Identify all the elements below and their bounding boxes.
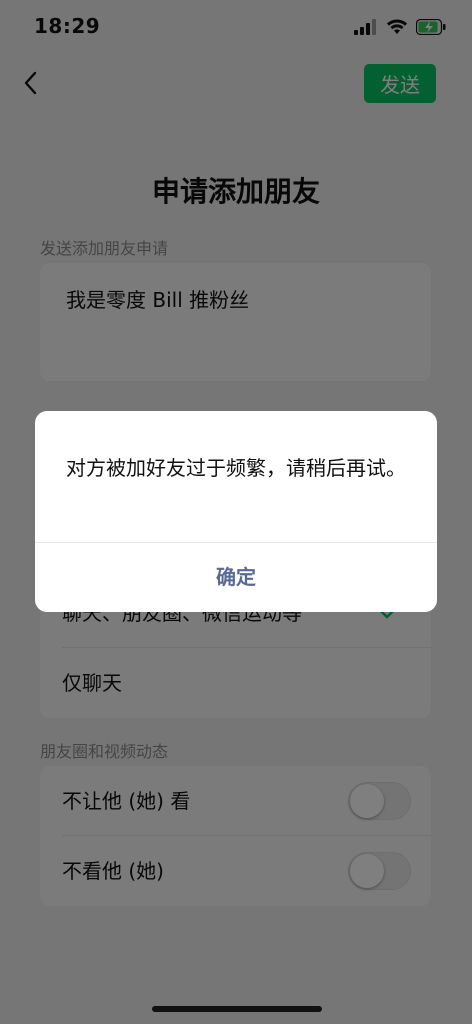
confirm-button[interactable]: 确定 [35, 543, 437, 612]
home-indicator [152, 1006, 322, 1012]
alert-dialog: 对方被加好友过于频繁，请稍后再试。 确定 [35, 411, 437, 612]
dialog-message: 对方被加好友过于频繁，请稍后再试。 [66, 456, 406, 480]
